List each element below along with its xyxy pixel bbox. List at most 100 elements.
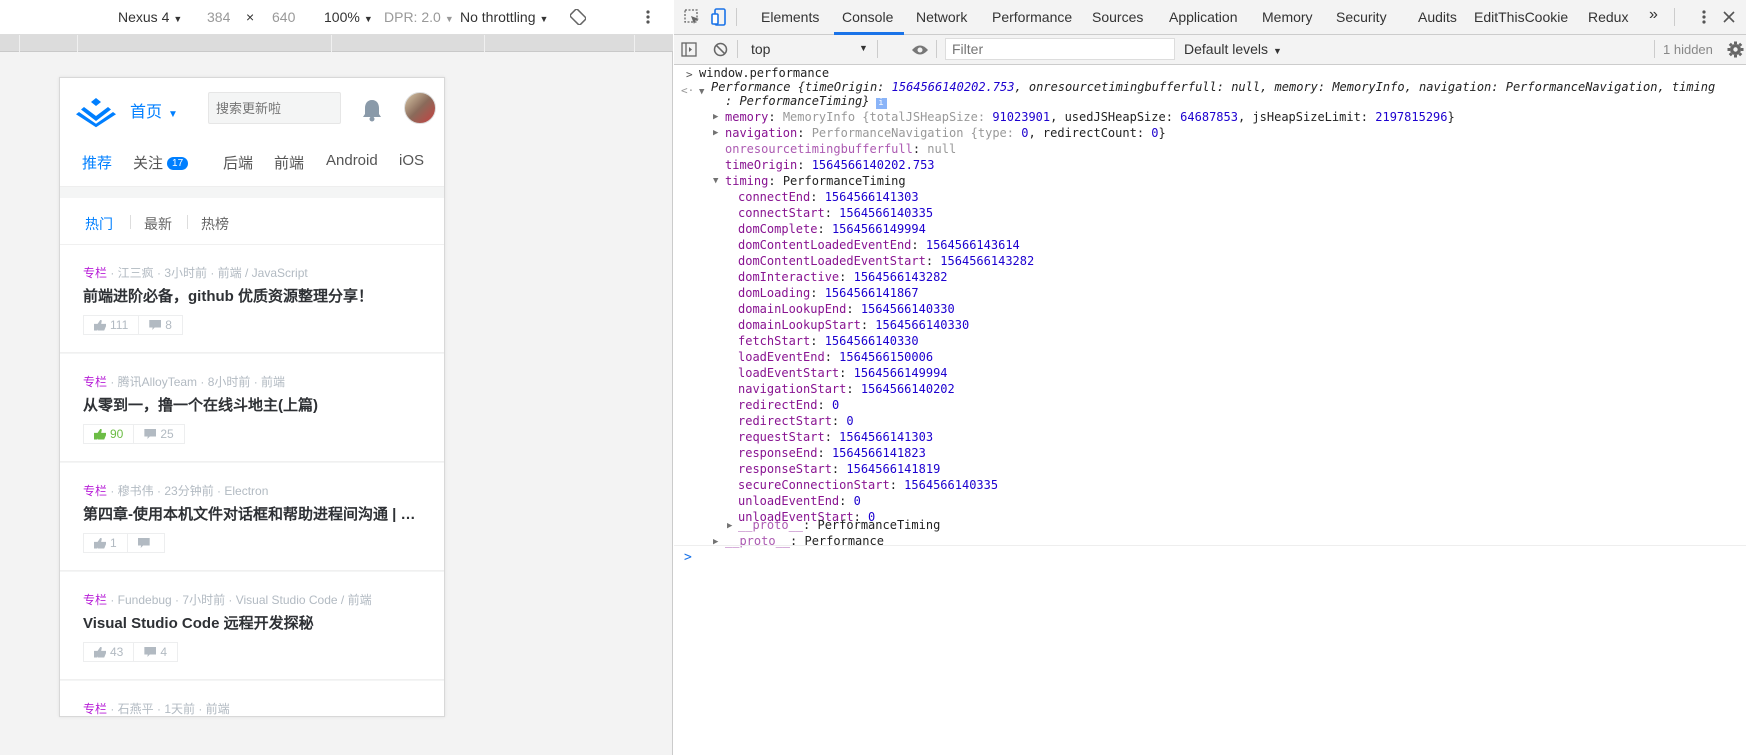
summary-origin: 1564566140202.753 (891, 80, 1015, 94)
dpr-select[interactable]: DPR: 2.0 ▼ (384, 9, 454, 25)
avatar[interactable] (404, 92, 436, 124)
width-field[interactable]: 384 (207, 9, 230, 25)
tab-application[interactable]: Application (1169, 9, 1238, 25)
property-value: 1564566150006 (839, 350, 934, 364)
media-query-ruler[interactable] (0, 35, 673, 52)
more-tabs-button[interactable]: » (1649, 6, 1658, 24)
property-value: 0 (831, 398, 840, 412)
sidebar-toggle-icon[interactable] (681, 42, 697, 57)
timing-row[interactable]: timing: PerformanceTiming (725, 173, 906, 189)
console-output: > window.performance <· ▼ Performance {t… (674, 65, 1746, 755)
more-vertical-icon[interactable] (1702, 9, 1706, 25)
article-card[interactable]: 专栏 · 石燕平 · 1天前 · 前端 (60, 681, 444, 716)
tab-audits[interactable]: Audits (1418, 9, 1457, 25)
tab-backend[interactable]: 后端 (223, 152, 253, 173)
dpr-value: DPR: 2.0 (384, 9, 441, 25)
navigation-row[interactable]: navigation: PerformanceNavigation {type:… (725, 125, 1166, 141)
gear-icon[interactable] (1727, 41, 1744, 58)
property-value: 1564566141303 (839, 430, 934, 444)
tab-editthiscookie[interactable]: EditThisCookie (1474, 9, 1568, 25)
context-select[interactable]: top ▼ (751, 41, 868, 57)
tab-ios[interactable]: iOS (399, 152, 424, 169)
info-icon[interactable]: i (875, 98, 887, 109)
expand-triangle-icon[interactable]: ▶ (713, 112, 718, 122)
tab-elements[interactable]: Elements (761, 9, 819, 25)
timing-proto-row[interactable]: __proto__: PerformanceTiming (738, 517, 940, 533)
tab-performance[interactable]: Performance (992, 9, 1072, 25)
comment-button[interactable]: 8 (138, 316, 182, 334)
article-card[interactable]: 专栏 · 江三疯 · 3小时前 · 前端 / JavaScript 前端进阶必备… (60, 245, 444, 353)
article-title[interactable]: 第四章-使用本机文件对话框和帮助进程间沟通 | Electron (83, 503, 423, 524)
juejin-logo-icon[interactable] (76, 94, 116, 128)
tab-frontend[interactable]: 前端 (274, 152, 304, 173)
property-value: 1564566140330 (824, 334, 919, 348)
device-toggle-icon[interactable] (711, 8, 729, 26)
zoom-select[interactable]: 100% ▼ (324, 9, 373, 25)
thumb-up-icon (94, 428, 106, 440)
expand-triangle-icon[interactable]: ▼ (699, 87, 704, 97)
memory-row[interactable]: memory: MemoryInfo {totalJSHeapSize: 910… (725, 109, 1455, 125)
timing-entry: unloadEventEnd: 0 (738, 494, 861, 508)
article-title[interactable]: 从零到一，撸一个在线斗地主(上篇) (83, 394, 423, 415)
comment-button[interactable]: 4 (133, 643, 177, 661)
home-menu[interactable]: 首页 ▼ (130, 98, 178, 122)
tab-redux[interactable]: Redux (1588, 9, 1628, 25)
close-icon[interactable] (1723, 11, 1735, 23)
tab-security[interactable]: Security (1336, 9, 1387, 25)
log-levels-select[interactable]: Default levels ▼ (1184, 41, 1282, 57)
filter-input[interactable] (945, 38, 1175, 60)
sort-newest[interactable]: 最新 (144, 214, 172, 234)
expand-triangle-icon[interactable]: ▶ (713, 128, 718, 138)
bell-icon[interactable] (361, 98, 383, 122)
property-key: domLoading (738, 286, 811, 300)
navigation-text-a: PerformanceNavigation {type: (811, 126, 1022, 140)
console-prompt[interactable]: > (674, 545, 1746, 567)
device-select[interactable]: Nexus 4 ▼ (118, 9, 182, 25)
like-button[interactable]: 1 (84, 534, 127, 552)
expand-triangle-icon[interactable]: ▼ (713, 176, 718, 186)
memory-text-b: , usedJSHeapSize: (1050, 110, 1181, 124)
comment-button[interactable] (126, 534, 164, 552)
article-meta-text: · 穆书伟 · 23分钟前 · Electron (107, 484, 269, 498)
throttle-select[interactable]: No throttling ▼ (460, 9, 548, 25)
article-tag[interactable]: 专栏 (83, 593, 107, 607)
performance-summary-cont: : PerformanceTiming} i (725, 93, 887, 109)
article-card[interactable]: 专栏 · 穆书伟 · 23分钟前 · Electron 第四章-使用本机文件对话… (60, 463, 444, 571)
rotate-icon[interactable] (570, 9, 586, 25)
tab-following[interactable]: 关注 17 (133, 152, 189, 173)
article-tag[interactable]: 专栏 (83, 702, 107, 716)
expand-triangle-icon[interactable]: ▶ (727, 521, 732, 531)
tab-console[interactable]: Console (842, 9, 893, 25)
sort-hot[interactable]: 热门 (85, 214, 113, 234)
property-key: navigationStart (738, 382, 847, 396)
property-key: domComplete (738, 222, 818, 236)
more-vertical-icon[interactable] (646, 9, 650, 25)
article-tag[interactable]: 专栏 (83, 375, 107, 389)
comment-button[interactable]: 25 (133, 425, 183, 443)
search-input[interactable] (208, 92, 341, 124)
tab-android[interactable]: Android (326, 152, 378, 169)
article-title[interactable]: Visual Studio Code 远程开发探秘 (83, 612, 423, 633)
height-field[interactable]: 640 (272, 9, 295, 25)
property-value: 1564566140335 (839, 206, 934, 220)
tab-sources[interactable]: Sources (1092, 9, 1143, 25)
like-button[interactable]: 43 (84, 643, 133, 661)
article-tag[interactable]: 专栏 (83, 266, 107, 280)
article-card[interactable]: 专栏 · 腾讯AlloyTeam · 8小时前 · 前端 从零到一，撸一个在线斗… (60, 354, 444, 462)
article-title[interactable]: 前端进阶必备，github 优质资源整理分享！ (83, 285, 423, 306)
inspect-element-icon[interactable] (684, 9, 701, 26)
article-tag[interactable]: 专栏 (83, 484, 107, 498)
tab-memory[interactable]: Memory (1262, 9, 1313, 25)
clear-console-icon[interactable] (713, 42, 728, 57)
navigation-count: 0 (1151, 126, 1159, 140)
article-card[interactable]: 专栏 · Fundebug · 7小时前 · Visual Studio Cod… (60, 572, 444, 680)
like-button[interactable]: 111 (84, 316, 138, 334)
category-nav: 推荐 关注 17 后端 前端 Android iOS (60, 142, 444, 186)
tab-recommend[interactable]: 推荐 (82, 152, 112, 173)
prompt-caret-icon: > (684, 550, 692, 565)
property-value: 1564566141823 (831, 446, 926, 460)
eye-icon[interactable] (911, 44, 929, 56)
like-button[interactable]: 90 (84, 425, 133, 443)
tab-network[interactable]: Network (916, 9, 967, 25)
sort-ranking[interactable]: 热榜 (201, 214, 229, 234)
